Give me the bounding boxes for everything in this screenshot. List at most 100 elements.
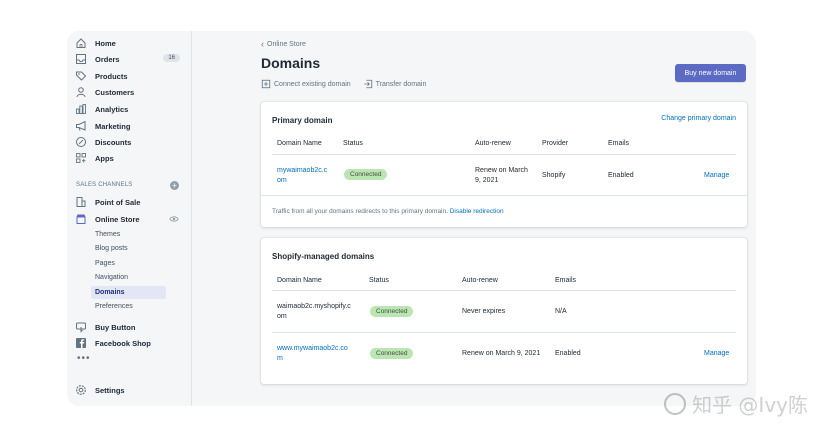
manage-link[interactable]: Manage — [704, 349, 729, 359]
column-header: Auto-renew — [462, 277, 498, 284]
sidebar-item-products[interactable]: Products — [75, 68, 183, 84]
secondary-actions: Connect existing domain Transfer domain — [261, 79, 438, 89]
column-header: Provider — [542, 140, 569, 147]
domain-name-text: waimaob2c.myshopify.c om — [277, 303, 351, 320]
sidebar-item-home[interactable]: Home — [75, 35, 183, 51]
sidebar-item-label: Discounts — [95, 137, 132, 147]
sidebar-item-facebook-shop[interactable]: Facebook Shop — [75, 335, 183, 351]
domain-name-link[interactable]: www.mywaimaob2c.co m — [277, 344, 348, 364]
card-title: Primary domain — [272, 116, 333, 125]
sidebar-item-buy-button[interactable]: Buy Button — [75, 319, 183, 335]
buy-button-icon — [75, 321, 87, 333]
megaphone-icon — [75, 120, 87, 132]
column-header: Emails — [608, 140, 630, 147]
admin-window: Home Orders 16 Products Customers Analyt… — [67, 31, 756, 406]
status-badge: Connected — [370, 306, 414, 317]
subnav-pages[interactable]: Pages — [91, 257, 166, 270]
sidebar-item-label: Apps — [95, 153, 114, 163]
buy-new-domain-button[interactable]: Buy new domain — [675, 64, 746, 82]
facebook-icon — [75, 337, 87, 349]
card-title: Shopify-managed domains — [272, 252, 375, 261]
divider — [272, 332, 736, 333]
emails-value: Enabled — [608, 172, 634, 179]
subnav-blog-posts[interactable]: Blog posts — [91, 242, 166, 255]
more-channels-icon[interactable]: ••• — [77, 353, 91, 364]
auto-renew-value: Never expires — [462, 308, 506, 315]
subnav-preferences[interactable]: Preferences — [91, 300, 166, 313]
column-header: Domain Name — [277, 277, 322, 284]
sidebar-item-discounts[interactable]: Discounts — [75, 134, 183, 150]
sidebar-item-label: Settings — [95, 385, 125, 395]
breadcrumb[interactable]: ‹ Online Store — [261, 39, 306, 49]
sidebar-item-label: Point of Sale — [95, 197, 141, 207]
transfer-domain-action[interactable]: Transfer domain — [363, 79, 427, 89]
primary-domain-card: Primary domain Change primary domain Dom… — [261, 102, 747, 227]
person-icon — [75, 86, 87, 98]
sidebar-item-analytics[interactable]: Analytics — [75, 101, 183, 117]
provider-value: Shopify — [542, 172, 566, 179]
auto-renew-value: Renew on March 9, 2021 — [462, 350, 541, 357]
watermark-text: 知乎 @Ivy陈 — [692, 393, 808, 417]
apps-icon — [75, 152, 87, 164]
subnav-domains[interactable]: Domains — [91, 286, 166, 299]
chevron-left-icon: ‹ — [261, 39, 264, 49]
sidebar: Home Orders 16 Products Customers Analyt… — [67, 31, 192, 406]
orders-icon — [75, 53, 87, 65]
domain-name-link[interactable]: mywaimaob2c.c om — [277, 166, 327, 186]
page-title: Domains — [261, 55, 321, 71]
manage-link[interactable]: Manage — [704, 171, 729, 181]
divider — [272, 290, 736, 291]
emails-value: N/A — [555, 308, 567, 315]
connect-icon — [261, 79, 271, 89]
home-icon — [75, 37, 87, 49]
sidebar-item-label: Analytics — [95, 104, 129, 114]
sidebar-item-marketing[interactable]: Marketing — [75, 118, 183, 134]
divider — [272, 154, 736, 155]
sidebar-item-label: Online Store — [95, 214, 140, 224]
redirect-note: Traffic from all your domains redirects … — [272, 208, 504, 215]
disable-redirection-link[interactable]: Disable redirection — [450, 208, 504, 215]
sidebar-item-online-store[interactable]: Online Store — [75, 211, 183, 227]
sidebar-item-label: Buy Button — [95, 322, 136, 332]
view-store-eye-icon[interactable] — [169, 214, 179, 224]
sidebar-item-label: Home — [95, 38, 116, 48]
store-icon — [75, 213, 87, 225]
sidebar-item-label: Marketing — [95, 121, 131, 131]
tag-icon — [75, 70, 87, 82]
sidebar-item-customers[interactable]: Customers — [75, 84, 183, 100]
orders-count-badge: 16 — [163, 54, 180, 62]
column-header: Status — [343, 140, 363, 147]
transfer-domain-label: Transfer domain — [375, 80, 427, 88]
column-header: Domain Name — [277, 140, 322, 147]
divider — [261, 195, 747, 196]
subnav-themes[interactable]: Themes — [91, 228, 166, 241]
gear-icon — [75, 384, 87, 396]
sales-channels-heading: SALES CHANNELS — [76, 182, 133, 188]
column-header: Auto-renew — [475, 140, 511, 147]
watermark: 知乎 @Ivy陈 — [664, 389, 808, 418]
connect-domain-action[interactable]: Connect existing domain — [261, 79, 351, 89]
zhihu-logo-icon — [664, 392, 687, 415]
add-channel-button[interactable]: + — [170, 181, 179, 190]
sidebar-item-point-of-sale[interactable]: Point of Sale — [75, 194, 183, 210]
sidebar-item-orders[interactable]: Orders 16 — [75, 51, 183, 67]
shopify-managed-domains-card: Shopify-managed domains Domain Name Stat… — [261, 238, 747, 384]
column-header: Emails — [555, 277, 577, 284]
bar-chart-icon — [75, 103, 87, 115]
column-header: Status — [369, 277, 389, 284]
sidebar-item-label: Orders — [95, 54, 120, 64]
breadcrumb-label: Online Store — [267, 41, 306, 48]
status-badge: Connected — [344, 169, 388, 180]
sidebar-item-label: Facebook Shop — [95, 338, 151, 348]
sidebar-item-settings[interactable]: Settings — [75, 382, 183, 398]
discount-icon — [75, 136, 87, 148]
sidebar-item-apps[interactable]: Apps — [75, 150, 183, 166]
connect-domain-label: Connect existing domain — [274, 80, 351, 88]
sidebar-item-label: Products — [95, 71, 128, 81]
sidebar-item-label: Customers — [95, 87, 135, 97]
change-primary-domain-link[interactable]: Change primary domain — [661, 115, 736, 122]
subnav-navigation[interactable]: Navigation — [91, 271, 166, 284]
main-content: ‹ Online Store Domains Connect existing … — [193, 31, 756, 406]
transfer-icon — [363, 79, 372, 89]
emails-value: Enabled — [555, 350, 581, 357]
